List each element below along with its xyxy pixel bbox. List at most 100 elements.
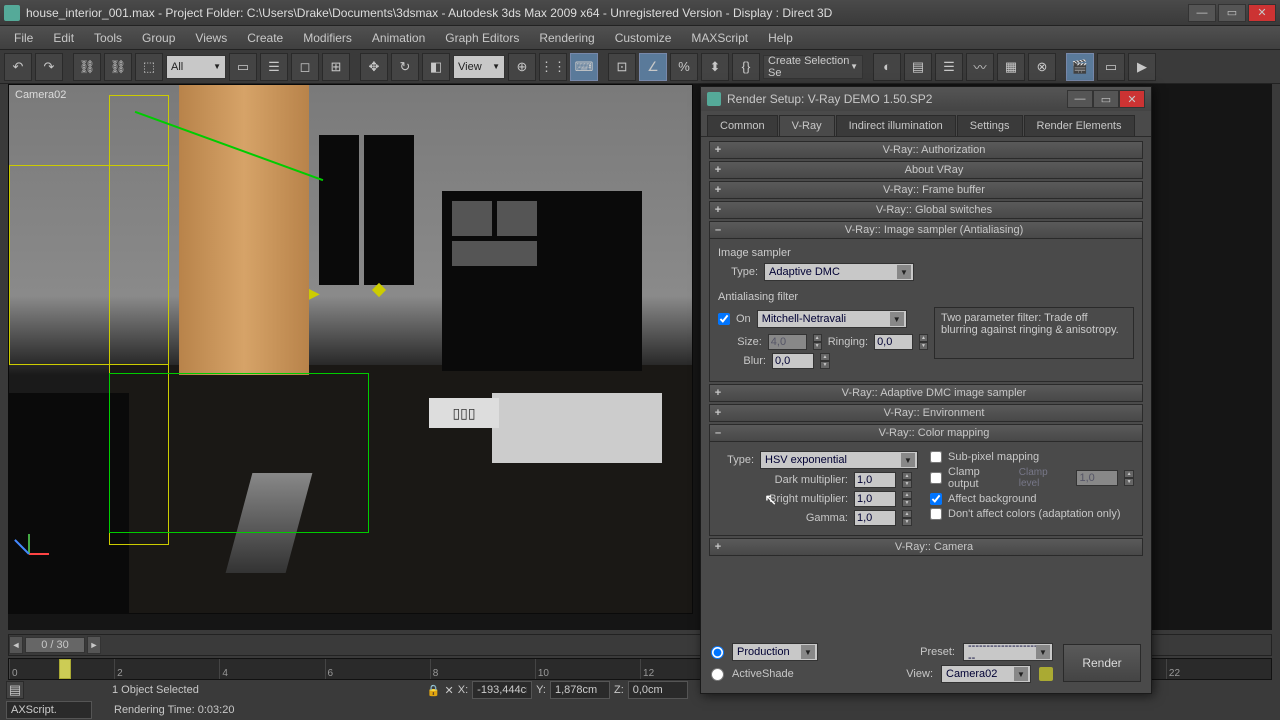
ringing-spin-buttons[interactable]: ▲▼: [919, 334, 928, 350]
menu-rendering[interactable]: Rendering: [529, 29, 604, 47]
rendered-frame-button[interactable]: ▭: [1097, 53, 1125, 81]
size-spinner[interactable]: 4,0: [768, 334, 807, 350]
clamp-checkbox[interactable]: [930, 472, 942, 484]
pivot-button[interactable]: ⊕: [508, 53, 536, 81]
menu-maxscript[interactable]: MAXScript: [681, 29, 758, 47]
gamma-spinner[interactable]: 1,0: [854, 510, 896, 526]
timeline-position[interactable]: 0 / 30: [25, 637, 85, 653]
rollout-about[interactable]: +About VRay: [709, 161, 1143, 179]
menu-grapheditors[interactable]: Graph Editors: [435, 29, 529, 47]
gamma-spin-buttons[interactable]: ▲▼: [902, 510, 912, 526]
tab-indirect[interactable]: Indirect illumination: [836, 115, 956, 136]
percent-snap-button[interactable]: %: [670, 53, 698, 81]
coord-x-input[interactable]: [472, 681, 532, 699]
coord-system-dropdown[interactable]: View▼: [453, 55, 505, 79]
blur-spinner[interactable]: 0,0: [772, 353, 814, 369]
bind-button[interactable]: ⬚: [135, 53, 163, 81]
render-setup-button[interactable]: 🎬: [1066, 53, 1094, 81]
menu-views[interactable]: Views: [185, 29, 237, 47]
menu-tools[interactable]: Tools: [84, 29, 132, 47]
select-rectangle-button[interactable]: ◻: [291, 53, 319, 81]
tab-vray[interactable]: V-Ray: [779, 115, 835, 136]
size-spin-buttons[interactable]: ▲▼: [813, 334, 822, 350]
dialog-titlebar[interactable]: Render Setup: V-Ray DEMO 1.50.SP2 — ▭ ✕: [701, 87, 1151, 111]
mirror-button[interactable]: ◐: [873, 53, 901, 81]
coord-z-input[interactable]: [628, 681, 688, 699]
timeline-marker[interactable]: [59, 659, 71, 679]
render-button[interactable]: ▶: [1128, 53, 1156, 81]
unlink-button[interactable]: ⛓: [104, 53, 132, 81]
schematic-button[interactable]: ▦: [997, 53, 1025, 81]
dialog-body[interactable]: +V-Ray:: Authorization +About VRay +V-Ra…: [701, 137, 1151, 635]
bright-mult-spinner[interactable]: 1,0: [854, 491, 896, 507]
material-editor-button[interactable]: ⊗: [1028, 53, 1056, 81]
view-lock-icon[interactable]: [1039, 667, 1053, 681]
snap-button[interactable]: ⊡: [608, 53, 636, 81]
render-button[interactable]: Render: [1063, 644, 1141, 682]
selection-filter-dropdown[interactable]: All▼: [166, 55, 226, 79]
scale-button[interactable]: ◧: [422, 53, 450, 81]
activeshade-radio[interactable]: [711, 668, 724, 681]
layers-button[interactable]: ☰: [935, 53, 963, 81]
aa-filter-dropdown[interactable]: Mitchell-Netravali▼: [757, 310, 907, 328]
ringing-spinner[interactable]: 0,0: [874, 334, 913, 350]
menu-animation[interactable]: Animation: [362, 29, 435, 47]
rollout-colormapping[interactable]: –V-Ray:: Color mapping: [709, 424, 1143, 442]
dark-mult-spinner[interactable]: 1,0: [854, 472, 896, 488]
window-close[interactable]: ✕: [1248, 4, 1276, 22]
dialog-maximize-button[interactable]: ▭: [1093, 90, 1119, 108]
window-crossing-button[interactable]: ⊞: [322, 53, 350, 81]
dark-spin-buttons[interactable]: ▲▼: [902, 472, 912, 488]
timeline-prev-button[interactable]: ◄: [9, 636, 23, 654]
select-object-button[interactable]: ▭: [229, 53, 257, 81]
rollout-adaptive[interactable]: +V-Ray:: Adaptive DMC image sampler: [709, 384, 1143, 402]
production-radio[interactable]: [711, 646, 724, 659]
redo-button[interactable]: ↷: [35, 53, 63, 81]
sampler-type-dropdown[interactable]: Adaptive DMC▼: [764, 263, 914, 281]
subpixel-checkbox[interactable]: [930, 451, 942, 463]
menu-help[interactable]: Help: [758, 29, 803, 47]
timeline-next-button[interactable]: ►: [87, 636, 101, 654]
viewport-camera[interactable]: Camera02 ▯▯▯ ▶: [8, 84, 693, 614]
window-minimize[interactable]: —: [1188, 4, 1216, 22]
maxscript-listener-input[interactable]: [6, 701, 92, 719]
rollout-framebuffer[interactable]: +V-Ray:: Frame buffer: [709, 181, 1143, 199]
window-maximize[interactable]: ▭: [1218, 4, 1246, 22]
rollout-global[interactable]: +V-Ray:: Global switches: [709, 201, 1143, 219]
rotate-button[interactable]: ↻: [391, 53, 419, 81]
bright-spin-buttons[interactable]: ▲▼: [902, 491, 912, 507]
named-selection-dropdown[interactable]: Create Selection Se▼: [763, 55, 863, 79]
dont-affect-checkbox[interactable]: [930, 508, 942, 520]
rollout-authorization[interactable]: +V-Ray:: Authorization: [709, 141, 1143, 159]
angle-snap-button[interactable]: ∠: [639, 53, 667, 81]
tab-render-elements[interactable]: Render Elements: [1024, 115, 1135, 136]
move-button[interactable]: ✥: [360, 53, 388, 81]
lock-icon[interactable]: 🔒: [427, 684, 441, 697]
select-name-button[interactable]: ☰: [260, 53, 288, 81]
rollout-environment[interactable]: +V-Ray:: Environment: [709, 404, 1143, 422]
menu-customize[interactable]: Customize: [605, 29, 682, 47]
link-button[interactable]: ⛓: [73, 53, 101, 81]
keyboard-shortcut-button[interactable]: ⌨: [570, 53, 598, 81]
dialog-minimize-button[interactable]: —: [1067, 90, 1093, 108]
menu-group[interactable]: Group: [132, 29, 185, 47]
align-button[interactable]: ▤: [904, 53, 932, 81]
manipulator-button[interactable]: ⋮⋮: [539, 53, 567, 81]
affect-bg-checkbox[interactable]: [930, 493, 942, 505]
maxscript-toggle-button[interactable]: ▤: [6, 681, 24, 699]
edit-named-button[interactable]: {}: [732, 53, 760, 81]
aa-filter-on-checkbox[interactable]: [718, 313, 730, 325]
menu-edit[interactable]: Edit: [43, 29, 84, 47]
curve-editor-button[interactable]: 〰: [966, 53, 994, 81]
rollout-imagesampler[interactable]: –V-Ray:: Image sampler (Antialiasing): [709, 221, 1143, 239]
tab-settings[interactable]: Settings: [957, 115, 1023, 136]
coord-y-input[interactable]: [550, 681, 610, 699]
production-dropdown[interactable]: Production▼: [732, 643, 818, 661]
menu-modifiers[interactable]: Modifiers: [293, 29, 362, 47]
spinner-snap-button[interactable]: ⬍: [701, 53, 729, 81]
rollout-camera[interactable]: +V-Ray:: Camera: [709, 538, 1143, 556]
menu-create[interactable]: Create: [237, 29, 293, 47]
cm-type-dropdown[interactable]: HSV exponential▼: [760, 451, 918, 469]
preset-dropdown[interactable]: -----------------------▼: [963, 643, 1053, 661]
dialog-close-button[interactable]: ✕: [1119, 90, 1145, 108]
